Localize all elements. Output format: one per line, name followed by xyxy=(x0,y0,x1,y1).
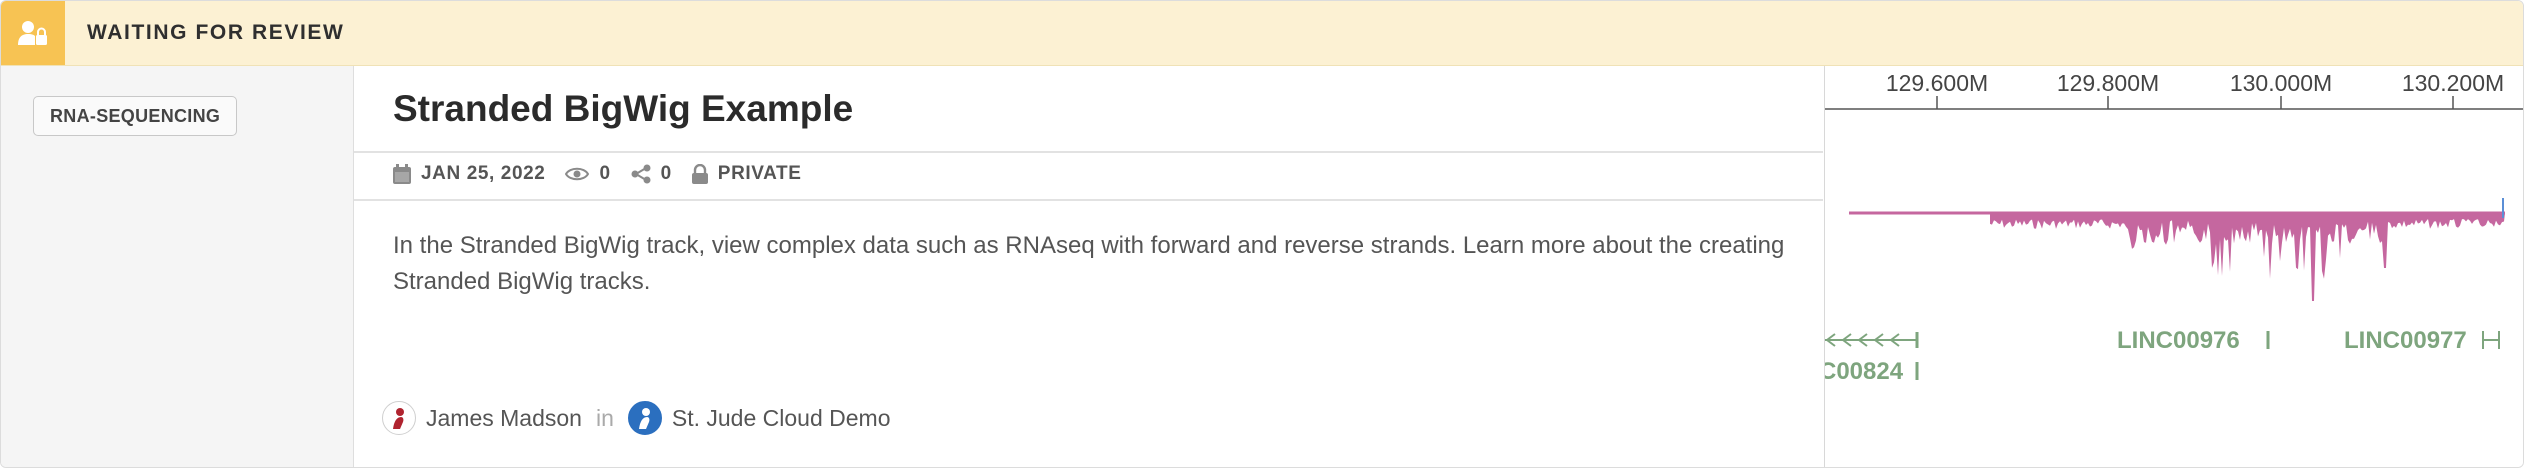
organization-avatar[interactable] xyxy=(627,401,662,435)
ruler-tick-label: 130.000M xyxy=(2230,70,2332,96)
gene-label-linc00977: LINC00977 xyxy=(2344,327,2467,354)
track-preview[interactable]: 129.600M 129.800M 130.000M 130.200M C00824 … xyxy=(1819,66,2523,467)
ruler-tick-label: 129.800M xyxy=(2057,70,2159,96)
status-label: WAITING FOR REVIEW xyxy=(87,21,345,44)
meta-visibility: PRIVATE xyxy=(691,163,802,185)
track-preview-svg: 129.600M 129.800M 130.000M 130.200M C00824 … xyxy=(1819,70,2523,385)
card-meta: JAN 25, 2022 0 0 PRIVATE xyxy=(393,152,822,196)
card-description: In the Stranded BigWig track, view compl… xyxy=(393,232,1785,295)
signal-track xyxy=(1990,213,2505,301)
gene-linc00977-mark xyxy=(2482,331,2500,349)
status-banner: WAITING FOR REVIEW xyxy=(1,1,2523,66)
lock-icon xyxy=(691,164,708,184)
card-author: James Madson in St. Jude Cloud Demo xyxy=(382,400,891,436)
ruler-tick-label: 129.600M xyxy=(1886,70,1988,96)
calendar-icon xyxy=(393,164,411,184)
meta-date-text: JAN 25, 2022 xyxy=(421,163,546,184)
org-logo-icon xyxy=(638,408,650,429)
user-lock-icon xyxy=(18,21,47,45)
meta-views-count: 0 xyxy=(599,163,611,184)
card-sidebar: RNA-SEQUENCING xyxy=(1,66,354,467)
meta-shares: 0 xyxy=(631,163,672,185)
card-main: Stranded BigWig Example JAN 25, 2022 0 0… xyxy=(354,66,1823,467)
experience-card[interactable]: WAITING FOR REVIEW RNA-SEQUENCING Strand… xyxy=(0,0,2524,468)
meta-divider xyxy=(354,199,1823,201)
gene-label-c00824: C00824 xyxy=(1825,358,1904,385)
gene-label-linc00976: LINC00976 xyxy=(2117,327,2240,354)
meta-date: JAN 25, 2022 xyxy=(393,163,545,185)
author-name[interactable]: James Madson xyxy=(426,405,582,432)
person-icon xyxy=(393,408,404,429)
author-avatar[interactable] xyxy=(382,401,416,435)
card-title[interactable]: Stranded BigWig Example xyxy=(393,88,853,130)
meta-shares-count: 0 xyxy=(660,163,672,184)
gene-c00824-glyph xyxy=(1825,332,1919,348)
organization-name[interactable]: St. Jude Cloud Demo xyxy=(672,405,891,432)
share-icon xyxy=(631,164,651,184)
ruler-tick-label: 130.200M xyxy=(2402,70,2504,96)
status-icon-box xyxy=(1,1,65,65)
category-tag[interactable]: RNA-SEQUENCING xyxy=(33,96,238,136)
meta-views: 0 xyxy=(565,163,610,185)
meta-visibility-text: PRIVATE xyxy=(717,163,802,184)
in-label: in xyxy=(595,404,614,431)
eye-icon xyxy=(565,167,590,181)
